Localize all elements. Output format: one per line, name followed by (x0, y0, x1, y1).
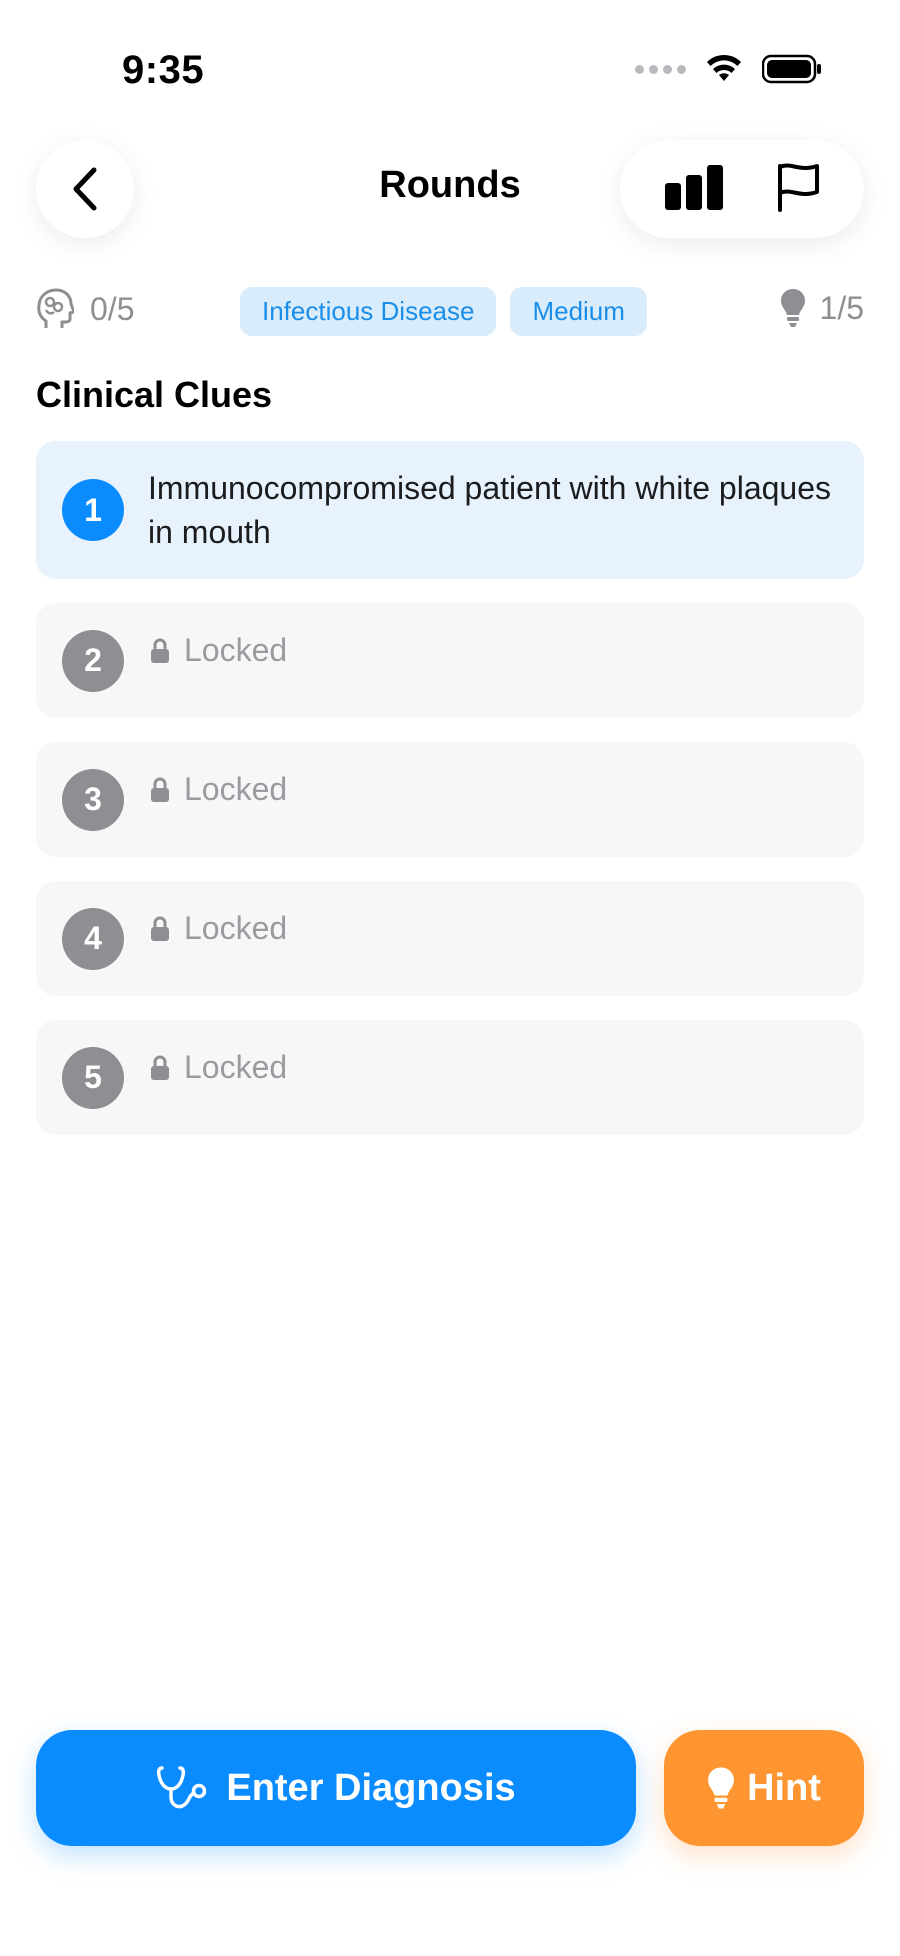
section-title: Clinical Clues (36, 374, 273, 415)
locked-text: Locked (184, 632, 288, 668)
solved-indicator: 0/5 (36, 288, 134, 330)
clue-number-badge: 2 (62, 629, 124, 692)
bar-chart-icon (665, 164, 723, 210)
solved-count: 0/5 (90, 290, 135, 327)
enter-diagnosis-button[interactable]: Enter Diagnosis (36, 1730, 636, 1846)
category-tag: Infectious Disease (240, 287, 497, 336)
locked-label: Locked (150, 910, 287, 947)
difficulty-tag: Medium (510, 287, 647, 336)
locked-text: Locked (184, 1049, 288, 1085)
hint-label: Hint (747, 1766, 821, 1809)
locked-label: Locked (150, 1049, 287, 1086)
clue-item-4[interactable]: 4 Locked (36, 881, 864, 996)
locked-label: Locked (150, 771, 287, 808)
locked-text: Locked (184, 910, 288, 946)
battery-icon (762, 54, 821, 84)
tag-list: Infectious Disease Medium (240, 287, 647, 336)
enter-diagnosis-label: Enter Diagnosis (226, 1766, 516, 1809)
stethoscope-icon (157, 1766, 207, 1809)
clue-list: 1 Immunocompromised patient with white p… (36, 441, 864, 1159)
locked-text: Locked (184, 771, 288, 807)
locked-label: Locked (150, 632, 287, 669)
clue-number-badge: 1 (62, 479, 124, 541)
clue-item-1[interactable]: 1 Immunocompromised patient with white p… (36, 441, 864, 579)
flag-icon (778, 163, 819, 212)
clue-number-badge: 4 (62, 907, 124, 970)
clue-number-badge: 3 (62, 768, 124, 831)
clue-number-badge: 5 (62, 1046, 124, 1109)
clue-item-3[interactable]: 3 Locked (36, 742, 864, 857)
brain-head-icon (37, 288, 74, 328)
flag-button[interactable] (775, 162, 821, 217)
lightbulb-icon (708, 1767, 734, 1809)
cellular-signal-icon (635, 64, 686, 74)
clue-item-2[interactable]: 2 Locked (36, 603, 864, 718)
lock-icon (151, 638, 169, 663)
hints-indicator: 1/5 (780, 288, 864, 328)
clue-item-5[interactable]: 5 Locked (36, 1020, 864, 1135)
nav-actions-pill (620, 140, 864, 238)
lock-icon (151, 777, 169, 802)
status-icons (635, 54, 822, 84)
lock-icon (151, 1055, 169, 1080)
lightbulb-icon (780, 289, 805, 327)
clue-text: Immunocompromised patient with white pla… (148, 470, 831, 550)
status-time: 9:35 (122, 48, 205, 92)
stats-button[interactable] (663, 163, 725, 216)
lock-icon (151, 916, 169, 941)
hints-count: 1/5 (819, 289, 864, 326)
wifi-icon (707, 54, 741, 81)
hint-button[interactable]: Hint (664, 1730, 864, 1846)
